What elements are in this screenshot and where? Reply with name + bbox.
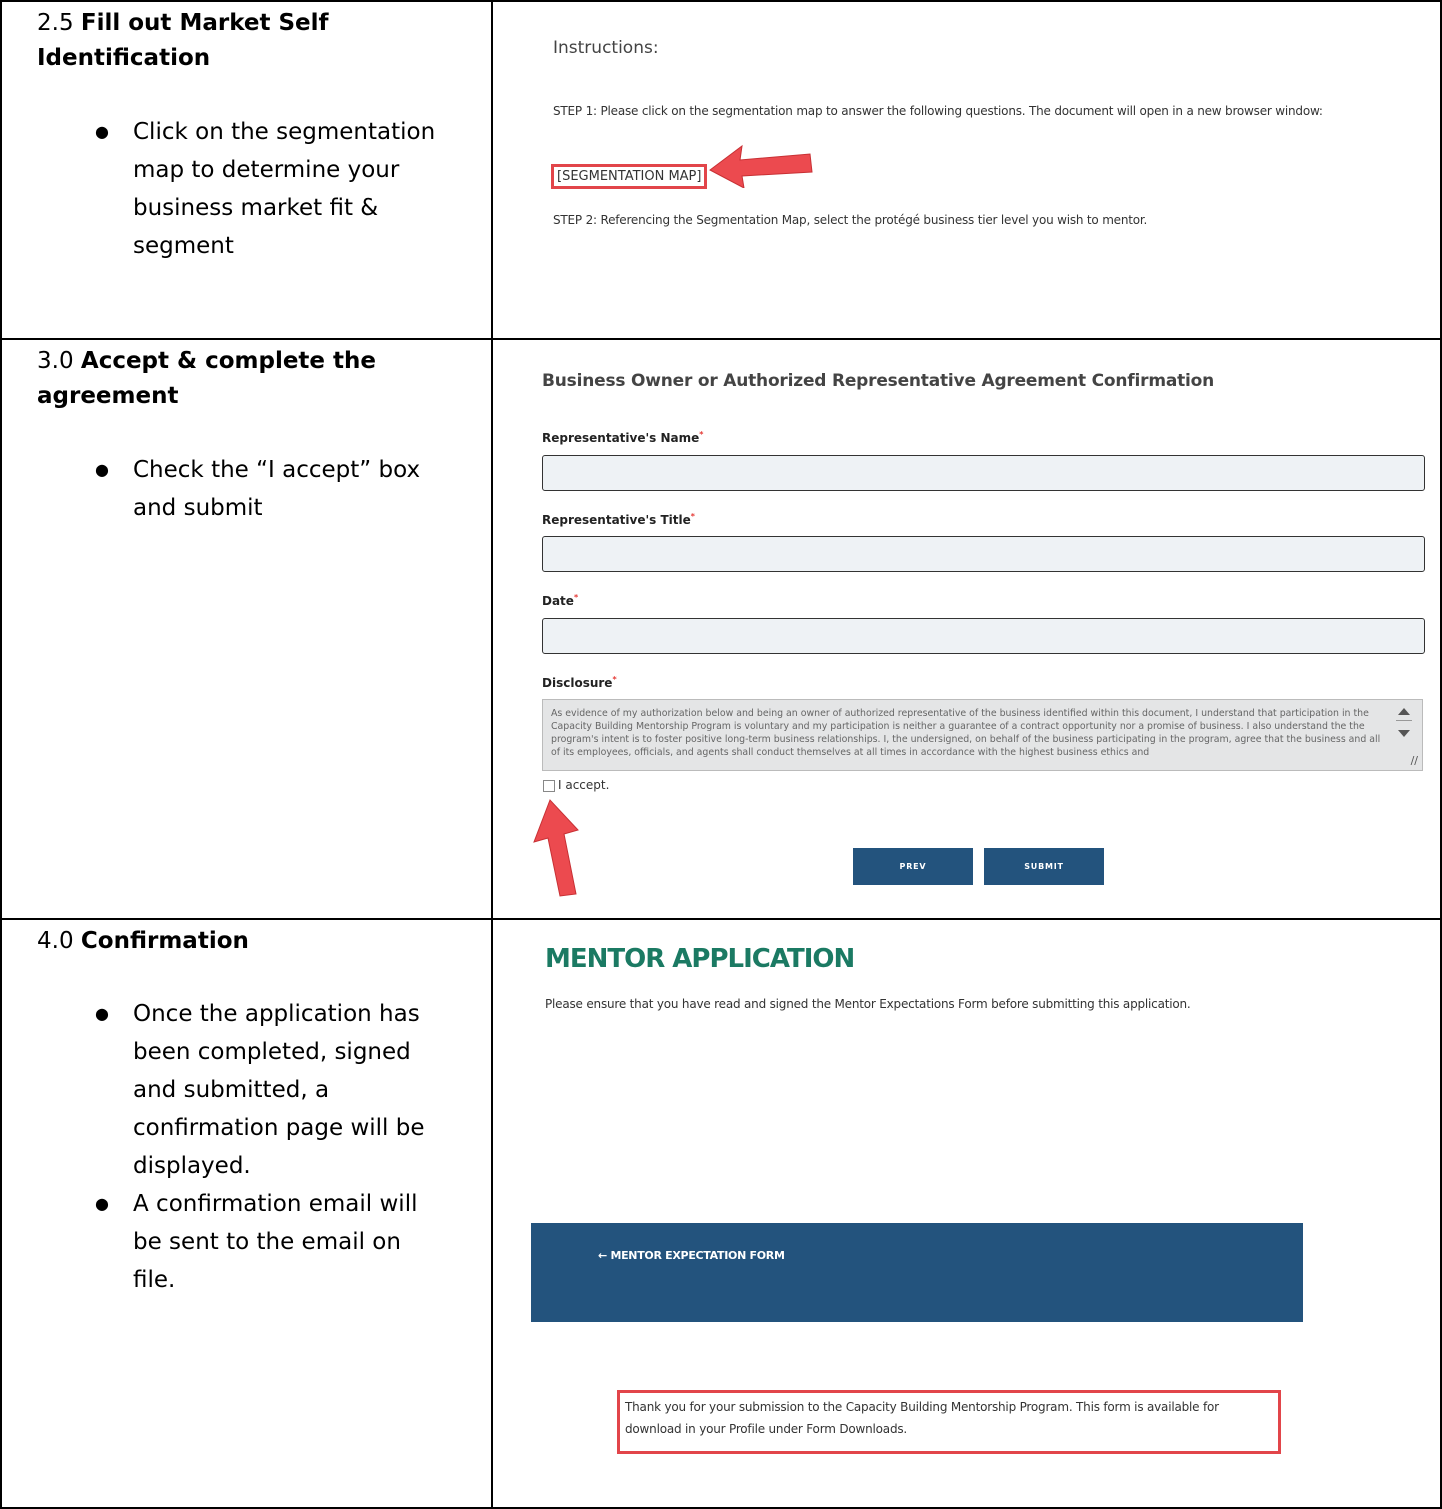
- date-input[interactable]: [542, 618, 1425, 654]
- mentor-expectation-form-link[interactable]: ← MENTOR EXPECTATION FORM: [598, 1249, 785, 1262]
- step-title: 4.0 Confirmation: [37, 924, 457, 959]
- bullet-item: Check the “I accept” box and submit: [95, 451, 443, 527]
- bullet-item: A confirmation email will be sent to the…: [95, 1185, 443, 1299]
- segmentation-map-link[interactable]: [SEGMENTATION MAP]: [551, 164, 708, 189]
- representative-title-label: Representative's Title*: [542, 512, 695, 527]
- step-bullets: Check the “I accept” box and submit: [95, 451, 443, 527]
- date-label: Date*: [542, 593, 579, 608]
- representative-title-input[interactable]: [542, 536, 1425, 572]
- required-mark: *: [573, 593, 579, 602]
- step-number: 2.5: [37, 10, 74, 36]
- instructions-heading: Instructions:: [553, 38, 659, 58]
- scroll-down-icon[interactable]: [1398, 730, 1410, 737]
- step1-text: STEP 1: Please click on the segmentation…: [553, 104, 1323, 118]
- table-column-divider: [491, 0, 493, 1509]
- step-title: 3.0 Accept & complete the agreement: [37, 344, 457, 414]
- required-mark: *: [612, 675, 617, 684]
- table-row-divider: [0, 338, 1442, 340]
- mentor-application-subtext: Please ensure that you have read and sig…: [545, 997, 1191, 1011]
- representative-name-label: Representative's Name*: [542, 430, 704, 445]
- table-left-border: [0, 0, 2, 1509]
- red-arrow-icon: [709, 144, 813, 188]
- disclosure-text: As evidence of my authorization below an…: [551, 708, 1381, 758]
- i-accept-checkbox[interactable]: [543, 780, 555, 792]
- disclosure-label: Disclosure*: [542, 675, 617, 690]
- step2-text: STEP 2: Referencing the Segmentation Map…: [553, 213, 1148, 227]
- submit-button[interactable]: SUBMIT: [984, 848, 1104, 885]
- disclosure-textarea[interactable]: As evidence of my authorization below an…: [542, 699, 1423, 771]
- resize-handle-icon[interactable]: ∕∕: [1411, 754, 1418, 767]
- table-row-divider: [0, 918, 1442, 920]
- representative-name-input[interactable]: [542, 455, 1425, 491]
- required-mark: *: [699, 430, 704, 439]
- step-heading: Accept & complete the agreement: [37, 348, 377, 409]
- step-title: 2.5 Fill out Market Self Identification: [37, 6, 457, 76]
- red-arrow-icon: [533, 799, 579, 897]
- table-top-border: [0, 0, 1442, 2]
- scroll-up-icon[interactable]: [1398, 708, 1410, 715]
- step-number: 3.0: [37, 348, 74, 374]
- mentor-application-heading: MENTOR APPLICATION: [545, 944, 855, 974]
- step-bullets: Once the application has been completed,…: [95, 995, 443, 1299]
- step-heading: Confirmation: [80, 928, 249, 954]
- navigation-banner: [531, 1223, 1303, 1322]
- bullet-item: Once the application has been completed,…: [95, 995, 443, 1185]
- thank-you-message: Thank you for your submission to the Cap…: [617, 1390, 1281, 1454]
- agreement-heading: Business Owner or Authorized Representat…: [542, 371, 1215, 391]
- bullet-item: Click on the segmentation map to determi…: [95, 113, 443, 265]
- required-mark: *: [690, 512, 695, 521]
- step-heading: Fill out Market Self Identification: [37, 10, 329, 71]
- scroll-separator: [1396, 720, 1412, 721]
- step-bullets: Click on the segmentation map to determi…: [95, 113, 443, 265]
- i-accept-label: I accept.: [558, 778, 610, 792]
- prev-button[interactable]: PREV: [853, 848, 973, 885]
- step-number: 4.0: [37, 928, 74, 954]
